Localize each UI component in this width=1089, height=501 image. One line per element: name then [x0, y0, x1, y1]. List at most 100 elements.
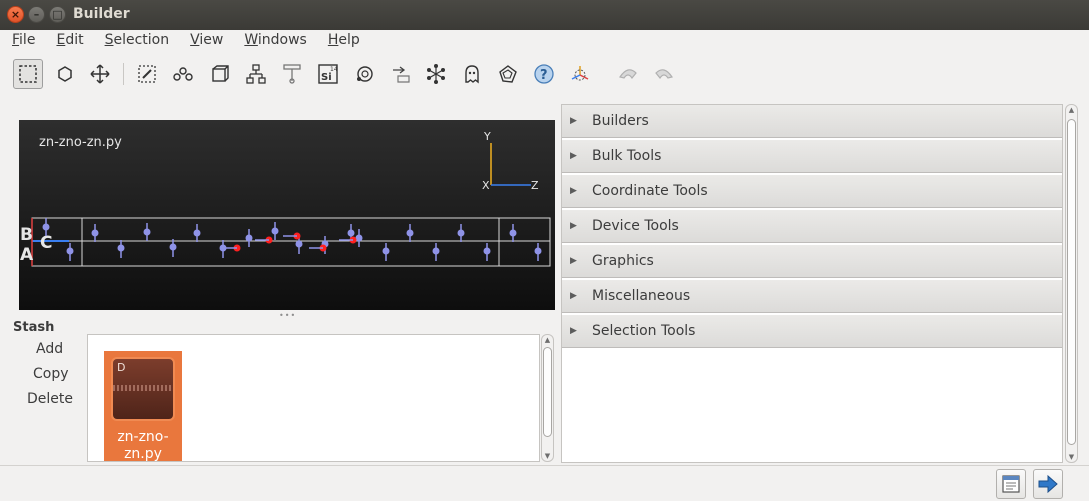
cell-icon — [212, 65, 229, 82]
stash-delete-button[interactable]: Delete — [27, 391, 73, 407]
status-bar — [0, 465, 1089, 501]
y-axis-label: Y — [483, 130, 491, 143]
atom — [245, 234, 253, 242]
log-icon — [1002, 475, 1020, 493]
redo-tool[interactable] — [649, 59, 679, 89]
atom — [193, 229, 201, 237]
expand-icon: ▶ — [570, 221, 577, 231]
structure-canvas: Y X Z B C A — [20, 130, 551, 267]
menu-help[interactable]: Help — [316, 30, 369, 52]
scroll-thumb[interactable] — [1067, 119, 1076, 445]
atom — [355, 234, 363, 242]
section-selection-tools[interactable]: ▶ Selection Tools — [562, 315, 1062, 348]
export-icon — [393, 66, 410, 83]
element-si-icon: Si14 — [318, 64, 338, 84]
expand-icon: ▶ — [570, 116, 577, 126]
molecule-icon — [357, 66, 373, 82]
expand-icon: ▶ — [570, 186, 577, 196]
bond-tool[interactable] — [168, 59, 198, 89]
section-device-tools[interactable]: ▶ Device Tools — [562, 210, 1062, 243]
send-to-button[interactable] — [1033, 469, 1063, 499]
cell-tool[interactable] — [205, 59, 235, 89]
ghost-icon — [465, 65, 479, 84]
atom — [117, 244, 125, 252]
axes-icon — [571, 66, 589, 81]
atom — [382, 247, 390, 255]
ghost-tool[interactable] — [457, 59, 487, 89]
graph-icon — [427, 64, 445, 84]
stash-title: Stash — [13, 320, 55, 335]
arrow-right-icon — [1038, 474, 1058, 494]
molecule-tool[interactable] — [350, 59, 380, 89]
x-axis-label: X — [482, 179, 490, 192]
help-tool[interactable]: ? — [529, 59, 559, 89]
element-tool[interactable]: Si 14 — [313, 59, 343, 89]
section-miscellaneous[interactable]: ▶ Miscellaneous — [562, 280, 1062, 313]
svg-text:?: ? — [540, 68, 548, 83]
svg-text:Si: Si — [321, 72, 332, 83]
log-button[interactable] — [996, 469, 1026, 499]
section-builders[interactable]: ▶ Builders — [562, 105, 1062, 138]
cell-label-a: A — [20, 245, 34, 265]
export-tool[interactable] — [386, 59, 416, 89]
expand-icon: ▶ — [570, 151, 577, 161]
atom — [91, 229, 99, 237]
atom — [406, 229, 414, 237]
minimize-button[interactable]: – — [28, 6, 45, 23]
atom-group — [42, 218, 542, 261]
stash-scrollbar[interactable]: ▲ ▼ — [541, 334, 554, 462]
menu-selection[interactable]: Selection — [93, 30, 179, 52]
menu-file[interactable]: File — [0, 30, 44, 52]
scroll-up-icon[interactable]: ▲ — [542, 336, 553, 344]
close-button[interactable]: × — [7, 6, 24, 23]
select-region-tool[interactable] — [132, 59, 162, 89]
atom — [457, 229, 465, 237]
atom — [271, 227, 279, 235]
bond-icon — [173, 67, 193, 81]
stash-thumb-label: D — [117, 361, 126, 374]
structure-viewport[interactable]: zn-zno-zn.py Y X Z B C A — [19, 120, 555, 310]
network-tool[interactable] — [241, 59, 271, 89]
scroll-down-icon[interactable]: ▼ — [542, 452, 553, 460]
menu-view[interactable]: View — [178, 30, 232, 52]
atom — [347, 229, 355, 237]
undo-tool[interactable] — [613, 59, 643, 89]
stash-thumb-structure — [113, 385, 173, 391]
atom — [42, 223, 50, 231]
redo-icon — [655, 69, 673, 80]
select-atom-tool[interactable] — [50, 59, 80, 89]
scroll-up-icon[interactable]: ▲ — [1066, 106, 1077, 114]
splitter-handle[interactable]: ••• — [279, 311, 296, 320]
maximize-button[interactable]: □ — [49, 6, 66, 23]
atom — [295, 240, 303, 248]
z-axis-label: Z — [531, 179, 539, 192]
move-icon — [90, 64, 110, 84]
tree-icon — [283, 64, 301, 84]
axes-tool[interactable] — [565, 59, 595, 89]
scroll-thumb[interactable] — [543, 347, 552, 437]
select-rectangle-tool[interactable] — [13, 59, 43, 89]
expand-icon: ▶ — [570, 256, 577, 266]
rotate-view-tool[interactable] — [493, 59, 523, 89]
toolbar: Si 14 ? — [0, 55, 1089, 93]
atom — [143, 228, 151, 236]
graph-tool[interactable] — [421, 59, 451, 89]
close-icon: × — [10, 8, 21, 21]
menu-edit[interactable]: Edit — [44, 30, 92, 52]
panel-scrollbar[interactable]: ▲ ▼ — [1065, 104, 1078, 463]
stash-list[interactable]: D zn-zno- zn.py — [87, 334, 540, 462]
menu-bar: File Edit Selection View Windows Help — [0, 30, 1089, 52]
move-tool[interactable] — [85, 59, 115, 89]
cell-label-b: B — [20, 225, 33, 245]
maximize-icon: □ — [52, 8, 63, 21]
menu-windows[interactable]: Windows — [232, 30, 316, 52]
tree-tool[interactable] — [277, 59, 307, 89]
section-coordinate-tools[interactable]: ▶ Coordinate Tools — [562, 175, 1062, 208]
section-graphics[interactable]: ▶ Graphics — [562, 245, 1062, 278]
stash-copy-button[interactable]: Copy — [33, 366, 69, 382]
scroll-down-icon[interactable]: ▼ — [1066, 453, 1077, 461]
stash-add-button[interactable]: Add — [36, 341, 63, 357]
select-region-icon — [138, 65, 156, 83]
section-bulk-tools[interactable]: ▶ Bulk Tools — [562, 140, 1062, 173]
stash-item[interactable]: D zn-zno- zn.py — [104, 351, 182, 461]
